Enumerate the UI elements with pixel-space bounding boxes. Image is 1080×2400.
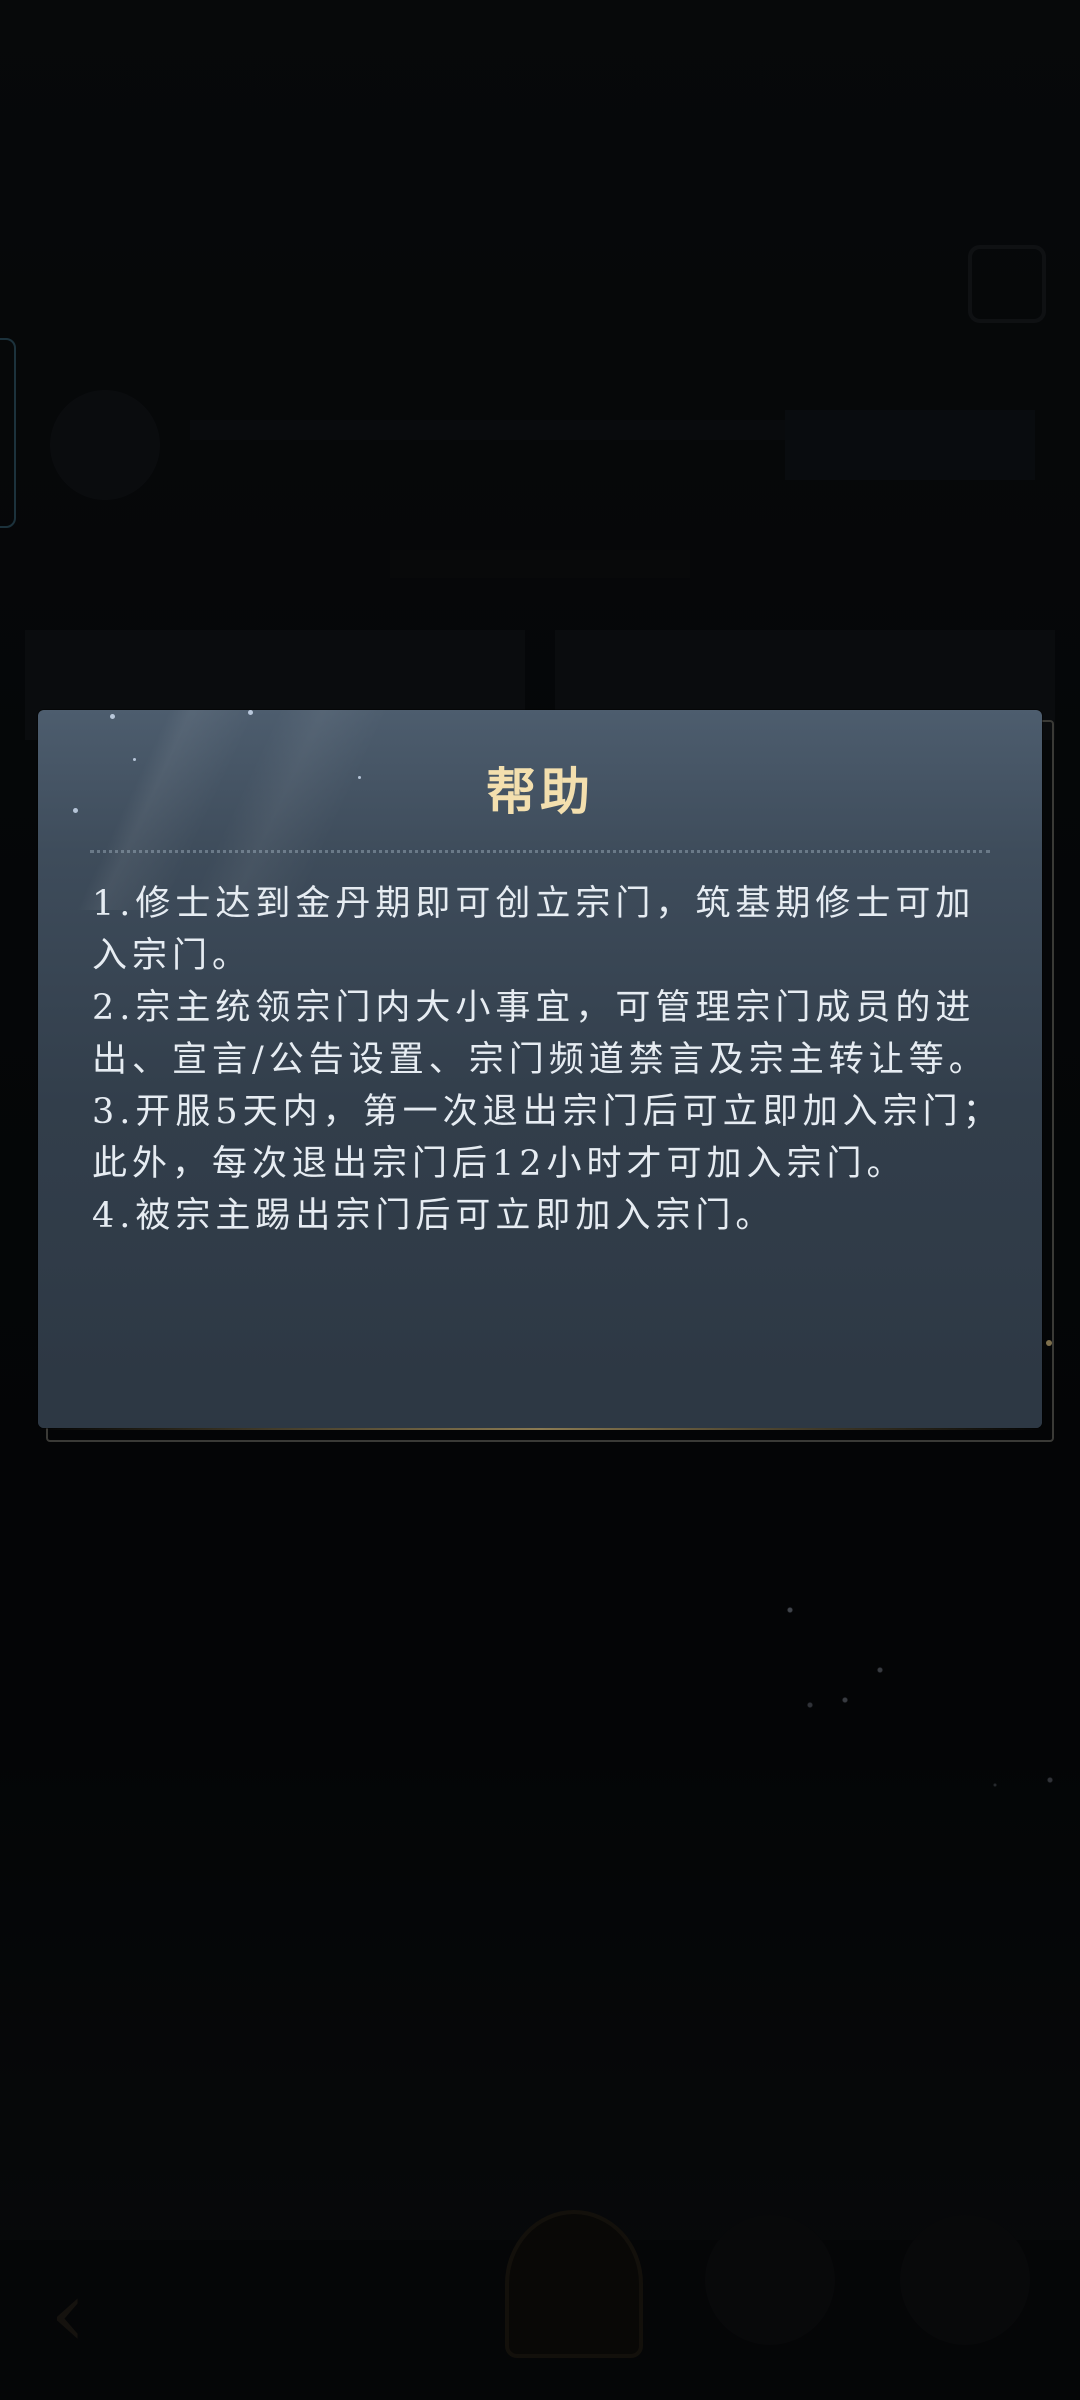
help-item-2: 2.宗主统领宗门内大小事宜，可管理宗门成员的进出、宣言/公告设置、宗门频道禁言及…: [92, 988, 989, 1080]
help-item-4: 4.被宗主踢出宗门后可立即加入宗门。: [92, 1196, 776, 1236]
help-item-3: 3.开服5天内，第一次退出宗门后可立即加入宗门；此外，每次退出宗门后12小时才可…: [92, 1092, 1003, 1184]
dialog-scroll-fade: [38, 1320, 1042, 1428]
help-content[interactable]: 1.修士达到金丹期即可创立宗门，筑基期修士可加入宗门。 2.宗主统领宗门内大小事…: [92, 878, 1012, 1370]
help-dialog: 帮助 1.修士达到金丹期即可创立宗门，筑基期修士可加入宗门。 2.宗主统领宗门内…: [38, 710, 1042, 1428]
sparkle: [110, 714, 115, 719]
dialog-divider: [90, 850, 990, 853]
sparkle: [248, 710, 253, 715]
dialog-title: 帮助: [486, 762, 594, 821]
help-item-1: 1.修士达到金丹期即可创立宗门，筑基期修士可加入宗门。: [92, 884, 976, 976]
dialog-corner-ornament: [1046, 1340, 1052, 1346]
dialog-bottom-border: [38, 1428, 1042, 1430]
